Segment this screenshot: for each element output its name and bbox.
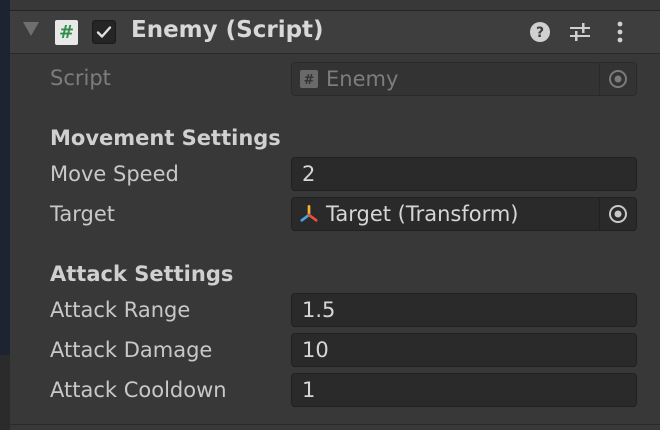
script-label: Script xyxy=(50,66,111,90)
help-icon[interactable]: ? xyxy=(528,20,552,44)
svg-text:?: ? xyxy=(536,25,544,41)
script-hash-icon: # xyxy=(55,20,78,45)
attack-range-field[interactable]: 1.5 xyxy=(291,293,637,327)
movement-settings-header: Movement Settings xyxy=(50,126,281,150)
attack-range-value[interactable]: 1.5 xyxy=(302,298,335,322)
target-value: Target (Transform) xyxy=(326,202,519,226)
foldout-arrow-icon[interactable] xyxy=(23,22,39,36)
script-object-picker xyxy=(599,63,636,95)
transform-icon xyxy=(300,205,318,222)
target-label: Target xyxy=(50,202,115,226)
component-title: Enemy (Script) xyxy=(131,17,324,43)
object-picker-icon xyxy=(609,205,627,223)
scene-view-edge-lower xyxy=(0,355,10,430)
attack-damage-label: Attack Damage xyxy=(50,338,213,362)
target-object-picker[interactable] xyxy=(599,198,636,230)
svg-text:#: # xyxy=(304,73,315,88)
component-bottom-divider xyxy=(10,424,660,425)
attack-range-label: Attack Range xyxy=(50,298,191,322)
script-field-value: Enemy xyxy=(326,67,399,91)
script-icon-glyph: # xyxy=(58,22,75,43)
attack-damage-value[interactable]: 10 xyxy=(302,338,329,362)
scene-view-edge xyxy=(0,0,10,430)
attack-damage-field[interactable]: 10 xyxy=(291,333,637,367)
script-field: # Enemy xyxy=(291,62,637,96)
checkmark-icon xyxy=(96,26,112,38)
move-speed-field[interactable]: 2 xyxy=(291,157,637,191)
attack-cooldown-field[interactable]: 1 xyxy=(291,373,637,407)
attack-settings-header: Attack Settings xyxy=(50,262,234,286)
attack-cooldown-label: Attack Cooldown xyxy=(50,378,227,402)
object-picker-icon xyxy=(609,70,627,88)
script-field-hash-icon: # xyxy=(300,70,318,88)
presets-sliders-icon[interactable] xyxy=(568,20,592,44)
component-enabled-checkbox[interactable] xyxy=(92,20,116,44)
move-speed-value[interactable]: 2 xyxy=(302,162,315,186)
attack-cooldown-value[interactable]: 1 xyxy=(302,378,315,402)
kebab-menu-icon[interactable] xyxy=(608,20,632,44)
move-speed-label: Move Speed xyxy=(50,162,179,186)
target-object-field[interactable]: Target (Transform) xyxy=(291,197,637,231)
